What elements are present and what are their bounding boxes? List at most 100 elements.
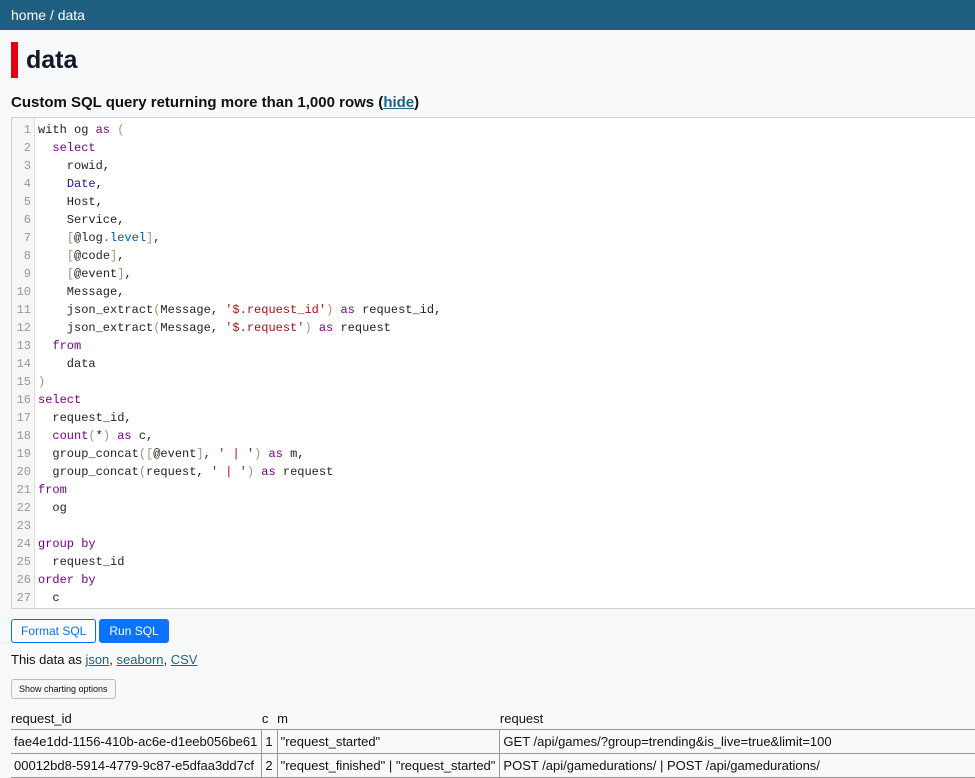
column-header[interactable]: m <box>277 710 500 730</box>
code-line[interactable]: 4 Date, <box>12 175 975 193</box>
code-line[interactable]: 5 Host, <box>12 193 975 211</box>
code-token: ( <box>138 465 147 479</box>
code-token: data <box>38 357 96 371</box>
breadcrumb[interactable]: home / data <box>11 7 85 23</box>
line-number: 21 <box>16 483 31 497</box>
code-line[interactable]: 8 [@code], <box>12 247 975 265</box>
code-token: @event <box>74 267 118 281</box>
code-line[interactable]: 24 group by <box>12 535 975 553</box>
code-token: request_id, <box>354 303 442 317</box>
export-prefix: This data as <box>11 652 86 667</box>
line-number: 1 <box>23 123 31 137</box>
paren-open: ( <box>374 94 384 111</box>
code-token: count <box>52 429 89 443</box>
line-number: 2 <box>23 141 31 155</box>
hide-sql-link[interactable]: hide <box>383 94 414 111</box>
code-token: ([ <box>138 447 154 461</box>
code-text: request_id <box>35 553 124 571</box>
code-token: @code <box>74 249 111 263</box>
code-lines[interactable]: 1 with og as (2 select 3 rowid, 4 Date, 5 Ho… <box>12 121 975 607</box>
code-token: * <box>95 429 103 443</box>
code-line[interactable]: 11 json_extract(Message, '$.request_id')… <box>12 301 975 319</box>
code-token: request <box>333 321 391 335</box>
code-line[interactable]: 15) <box>12 373 975 391</box>
code-line[interactable]: 14 data <box>12 355 975 373</box>
code-token: @event <box>153 447 197 461</box>
code-text: order by <box>35 571 96 589</box>
column-header[interactable]: c <box>261 710 278 730</box>
code-text: with og as ( <box>35 121 124 139</box>
line-number: 19 <box>16 447 31 461</box>
code-line[interactable]: 10 Message, <box>12 283 975 301</box>
code-line[interactable]: 12 json_extract(Message, '$.request') as… <box>12 319 975 337</box>
code-token: from <box>52 339 82 353</box>
code-line[interactable]: 16 select <box>12 391 975 409</box>
code-text: json_extract(Message, '$.request_id') as… <box>35 301 442 319</box>
code-token: ] <box>196 447 204 461</box>
show-charting-options-button[interactable]: Show charting options <box>11 679 116 699</box>
top-nav-bar: home / data <box>0 0 975 30</box>
code-line[interactable]: 2 select <box>12 139 975 157</box>
code-line[interactable]: 21 from <box>12 481 975 499</box>
code-token: group_concat <box>38 447 139 461</box>
code-token: , <box>153 231 161 245</box>
paren-close: ) <box>414 94 420 111</box>
code-text: Service, <box>35 211 125 229</box>
column-header[interactable]: request <box>499 710 975 730</box>
column-header[interactable]: request_id <box>11 710 262 730</box>
line-number: 25 <box>16 555 31 569</box>
cell-c: 1 <box>261 729 278 754</box>
code-line[interactable]: 3 rowid, <box>12 157 975 175</box>
code-line[interactable]: 7 [@log.level], <box>12 229 975 247</box>
line-number: 9 <box>23 267 31 281</box>
code-line[interactable]: 17 request_id, <box>12 409 975 427</box>
code-text: group_concat(request, ' | ') as request <box>35 463 333 481</box>
code-text: from <box>35 337 81 355</box>
code-token: '$.request' <box>225 321 305 335</box>
csv-link[interactable]: CSV <box>171 652 198 667</box>
code-text: group by <box>35 535 96 553</box>
code-token: m, <box>282 447 305 461</box>
seaborn-link[interactable]: seaborn <box>117 652 164 667</box>
format-sql-button[interactable]: Format SQL <box>11 619 97 643</box>
sql-editor[interactable]: 1 with og as (2 select 3 rowid, 4 Date, 5 Ho… <box>11 117 975 609</box>
code-line[interactable]: 20 group_concat(request, ' | ') as reque… <box>12 463 975 481</box>
code-line[interactable]: 18 count(*) as c, <box>12 427 975 445</box>
code-line[interactable]: 23 <box>12 517 975 535</box>
code-text: [@log.level], <box>35 229 161 247</box>
line-number: 15 <box>16 375 31 389</box>
code-token: ( <box>88 429 96 443</box>
code-line[interactable]: 26 order by <box>12 571 975 589</box>
cell-request-id: 00012bd8-5914-4779-9c87-e5dfaa3dd7cf <box>11 753 262 778</box>
code-line[interactable]: 13 from <box>12 337 975 355</box>
code-line[interactable]: 9 [@event], <box>12 265 975 283</box>
line-number: 8 <box>23 249 31 263</box>
line-number: 7 <box>23 231 31 245</box>
code-line[interactable]: 6 Service, <box>12 211 975 229</box>
code-token: ( <box>110 123 125 137</box>
code-token: group by <box>38 537 96 551</box>
code-text: rowid, <box>35 157 110 175</box>
json-link[interactable]: json <box>85 652 109 667</box>
cell-request: POST /api/gamedurations/ | POST /api/gam… <box>499 753 975 778</box>
code-line[interactable]: 1 with og as ( <box>12 121 975 139</box>
code-token: .level <box>102 231 147 245</box>
code-token: Message, <box>38 285 125 299</box>
run-sql-button[interactable]: Run SQL <box>99 619 169 643</box>
code-text: select <box>35 391 81 409</box>
line-number: 26 <box>16 573 31 587</box>
line-number: 14 <box>16 357 31 371</box>
code-text: og <box>35 499 66 517</box>
code-token: ) <box>246 465 255 479</box>
code-token: request_id <box>38 555 125 569</box>
code-line[interactable]: 22 og <box>12 499 975 517</box>
code-line[interactable]: 25 request_id <box>12 553 975 571</box>
code-token: '$.request_id' <box>225 303 327 317</box>
code-line[interactable]: 27 c <box>12 589 975 607</box>
code-text: ) <box>35 373 45 391</box>
code-token: as <box>95 123 111 137</box>
code-token: rowid, <box>38 159 111 173</box>
code-line[interactable]: 19 group_concat([@event], ' | ') as m, <box>12 445 975 463</box>
